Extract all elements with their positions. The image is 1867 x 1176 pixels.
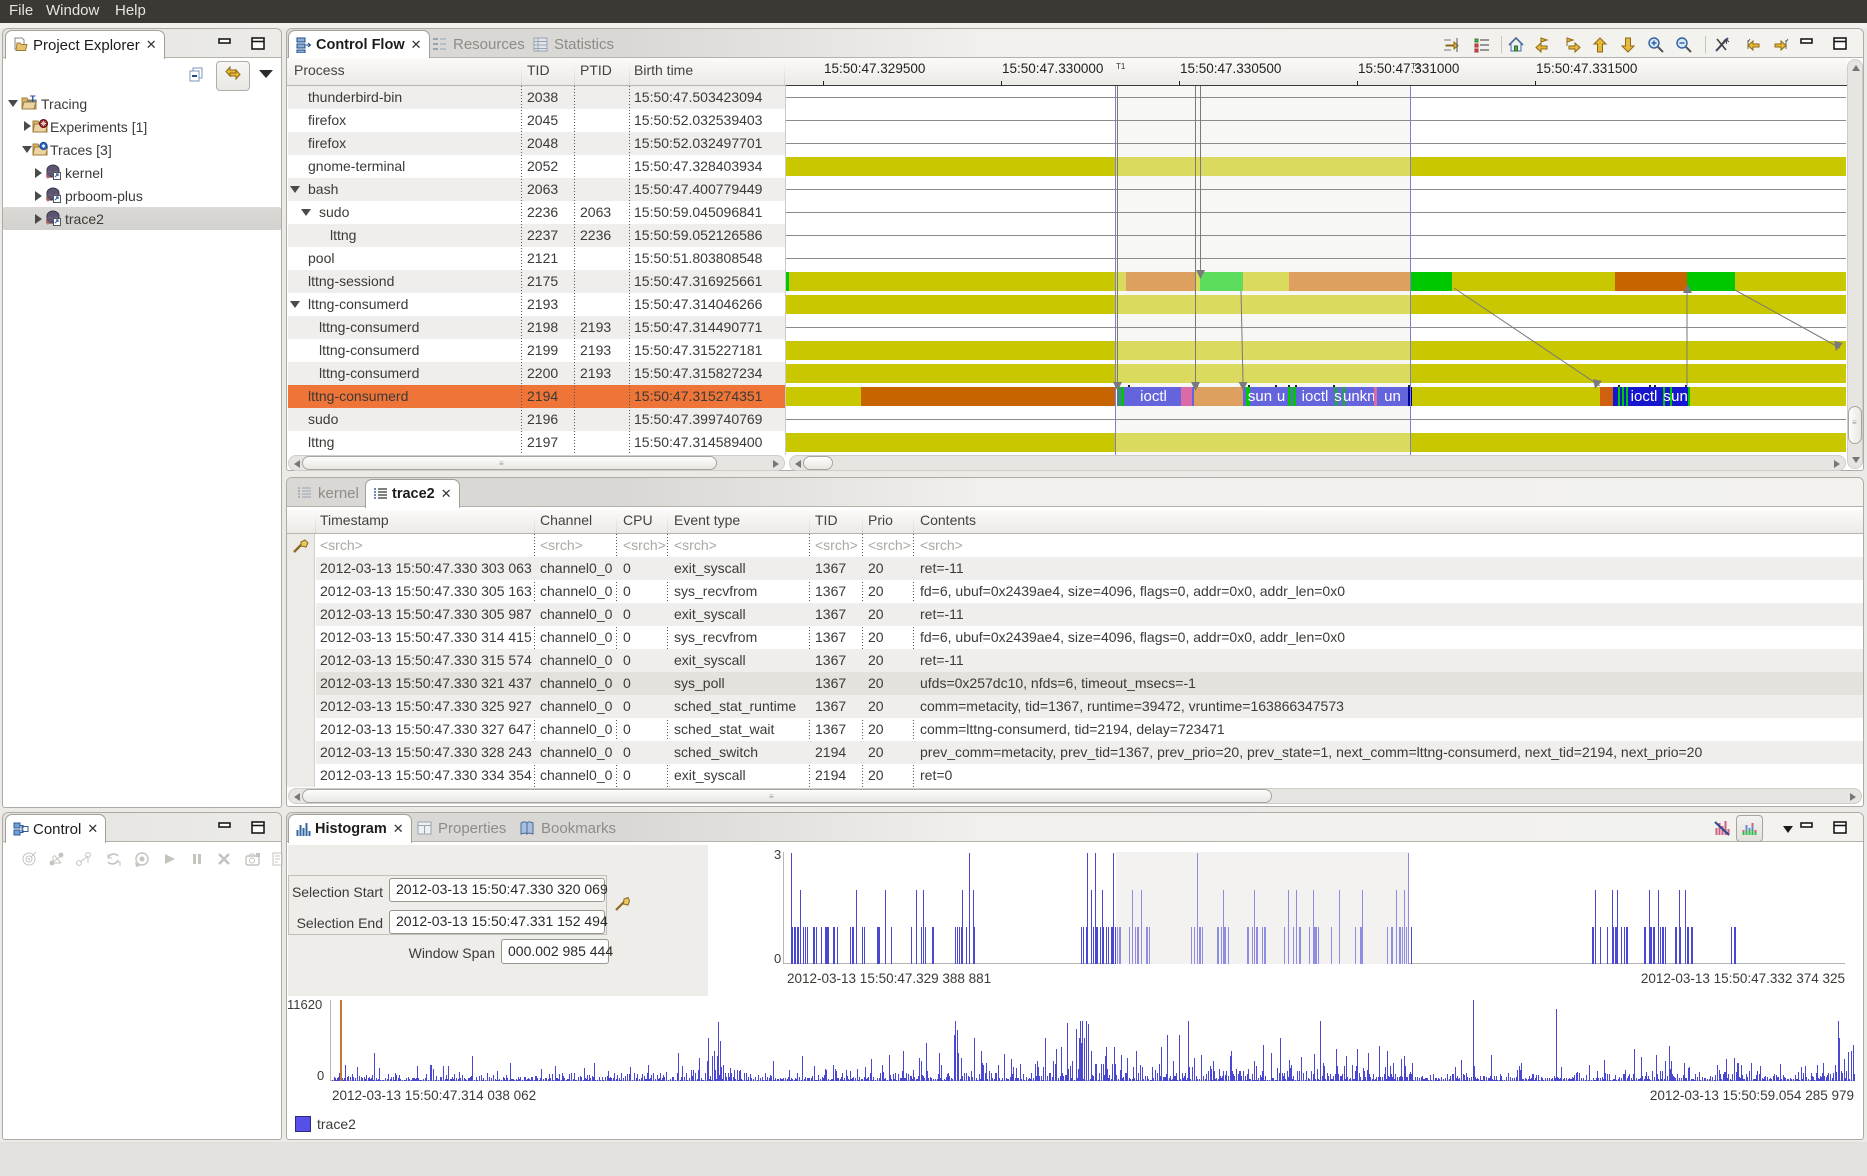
svg-text:T: T [30, 95, 36, 104]
